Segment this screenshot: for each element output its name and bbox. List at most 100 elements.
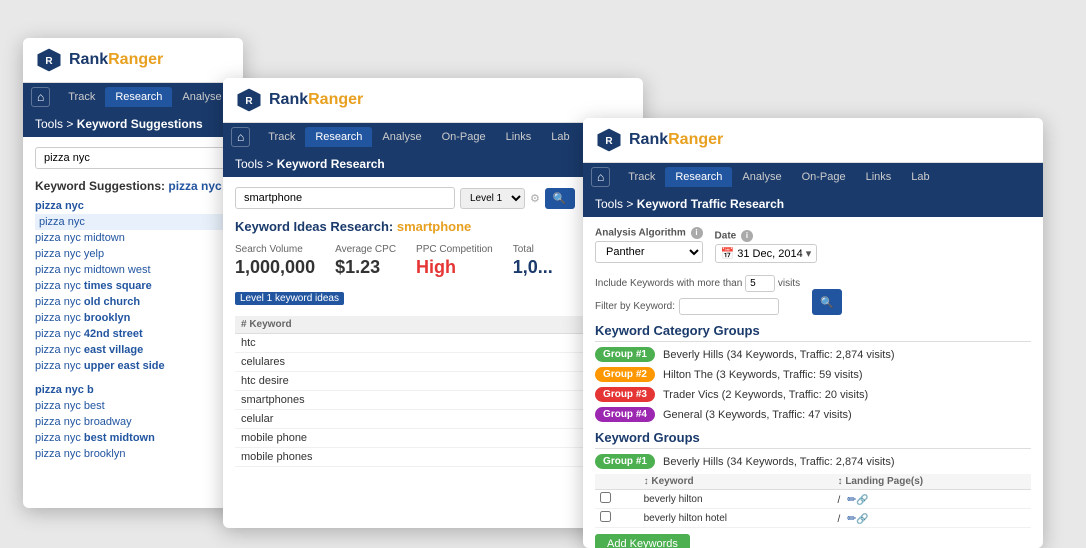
rankranger-logo-icon-win2: R: [235, 86, 263, 114]
date-dropdown-arrow[interactable]: ▾: [806, 247, 812, 260]
page-title-win1: Keyword Suggestions: [77, 117, 203, 131]
nav-tab-research-win3[interactable]: Research: [665, 167, 732, 187]
nav-tab-links-win2[interactable]: Links: [496, 127, 542, 147]
visits-group: Include Keywords with more than visits F…: [595, 275, 800, 315]
link-icon-1[interactable]: 🔗: [856, 495, 868, 506]
cat-groups-title: Keyword Category Groups: [595, 323, 1031, 342]
kw-item-7[interactable]: pizza nyc 42nd street: [35, 326, 231, 342]
kw-group-badge-1[interactable]: Group #1: [595, 454, 655, 469]
date-input[interactable]: 📅 31 Dec, 2014 ▾: [715, 244, 818, 263]
filter-row: Analysis Algorithm i Panther Date i 📅 31…: [595, 227, 1031, 315]
home-icon-win3[interactable]: ⌂: [591, 167, 610, 187]
table-row: mobile phones: [235, 448, 631, 467]
cat-group-badge-4[interactable]: Group #4: [595, 407, 655, 422]
stat-total-label: Total: [513, 244, 553, 255]
logo-ranger-win2: Ranger: [308, 91, 363, 109]
nav-tab-analyse-win3[interactable]: Analyse: [732, 167, 791, 187]
search-input-win1[interactable]: [35, 147, 231, 169]
row-checkbox-2[interactable]: [600, 511, 611, 522]
kw-item-1[interactable]: pizza nyc midtown: [35, 230, 231, 246]
nav-tab-track-win3[interactable]: Track: [618, 167, 665, 187]
kw-item-b1[interactable]: pizza nyc best: [35, 398, 231, 414]
calendar-icon: 📅: [721, 247, 735, 260]
row-checkbox-1[interactable]: [600, 492, 611, 503]
cat-group-badge-3[interactable]: Group #3: [595, 387, 655, 402]
nav-tab-track-win2[interactable]: Track: [258, 127, 305, 147]
nav-tab-lab-win3[interactable]: Lab: [901, 167, 939, 187]
level-badge: Level 1 keyword ideas: [235, 292, 344, 305]
search-input-win2[interactable]: [235, 187, 455, 209]
cat-group-desc-1: Beverly Hills (34 Keywords, Traffic: 2,8…: [663, 349, 894, 361]
nav-tab-track[interactable]: Track: [58, 87, 105, 107]
nav-tab-lab-win2[interactable]: Lab: [541, 127, 579, 147]
kw-item-6[interactable]: pizza nyc brooklyn: [35, 310, 231, 326]
window-keyword-traffic: R RankRanger ⌂ Track Research Analyse On…: [583, 118, 1043, 548]
home-icon-win2[interactable]: ⌂: [231, 127, 250, 147]
stat-cpc-value: $1.23: [335, 257, 396, 278]
level-badge-container: Level 1 keyword ideas: [235, 288, 631, 310]
date-value: 31 Dec, 2014: [737, 248, 802, 260]
kw-item-8[interactable]: pizza nyc east village: [35, 342, 231, 358]
kw-item-4[interactable]: pizza nyc times square: [35, 278, 231, 294]
algo-select[interactable]: Panther: [595, 241, 703, 263]
kw-item-b4[interactable]: pizza nyc brooklyn: [35, 446, 231, 462]
date-info-icon: i: [741, 230, 753, 242]
nav-bar-win3: ⌂ Track Research Analyse On-Page Links L…: [583, 163, 1043, 191]
kw-item-b3[interactable]: pizza nyc best midtown: [35, 430, 231, 446]
nav-tab-analyse-win2[interactable]: Analyse: [372, 127, 431, 147]
cat-group-desc-4: General (3 Keywords, Traffic: 47 visits): [663, 409, 852, 421]
stat-total: Total 1,0...: [513, 244, 553, 278]
kw-item-b2[interactable]: pizza nyc broadway: [35, 414, 231, 430]
nav-tab-onpage-win2[interactable]: On-Page: [432, 127, 496, 147]
kw-item-2[interactable]: pizza nyc yelp: [35, 246, 231, 262]
algo-info-icon: i: [691, 227, 703, 239]
table-row: smartphones: [235, 391, 631, 410]
level-select-win2[interactable]: Level 1: [460, 188, 525, 209]
nav-tab-onpage-win3[interactable]: On-Page: [792, 167, 856, 187]
kw-item-5[interactable]: pizza nyc old church: [35, 294, 231, 310]
logo-rank: Rank: [69, 51, 108, 69]
content-win3: Analysis Algorithm i Panther Date i 📅 31…: [583, 217, 1043, 548]
page-title-win2: Keyword Research: [277, 157, 385, 171]
rankranger-logo-icon-win3: R: [595, 126, 623, 154]
svg-text:R: R: [605, 136, 613, 147]
stat-total-value: 1,0...: [513, 257, 553, 278]
stat-ppc: PPC Competition High: [416, 244, 493, 278]
date-label: Date i: [715, 230, 818, 242]
kw-item-9[interactable]: pizza nyc upper east side: [35, 358, 231, 374]
svg-text:R: R: [45, 56, 53, 67]
search-button-win2[interactable]: 🔍: [545, 188, 575, 209]
kw-item-0[interactable]: pizza nyc: [35, 214, 231, 230]
cat-group-4: Group #4 General (3 Keywords, Traffic: 4…: [595, 407, 1031, 422]
settings-icon-win2[interactable]: ⚙: [530, 192, 540, 205]
kw-suggestions-title: Keyword Suggestions: pizza nyc: [35, 179, 231, 193]
search-button-win3[interactable]: 🔍: [812, 289, 842, 315]
svg-text:R: R: [245, 96, 253, 107]
home-icon[interactable]: ⌂: [31, 87, 50, 107]
kw-ideas-term: smartphone: [397, 219, 471, 234]
stats-row-win2: Search Volume 1,000,000 Average CPC $1.2…: [235, 244, 631, 278]
nav-tab-research[interactable]: Research: [105, 87, 172, 107]
cat-group-desc-2: Hilton The (3 Keywords, Traffic: 59 visi…: [663, 369, 863, 381]
cat-group-3: Group #3 Trader Vics (2 Keywords, Traffi…: [595, 387, 1031, 402]
visits-input[interactable]: [745, 275, 775, 292]
logo-bar-win3: R RankRanger: [583, 118, 1043, 163]
col-keyword: # Keyword: [235, 316, 631, 334]
kw-item-3[interactable]: pizza nyc midtown west: [35, 262, 231, 278]
edit-icon-2[interactable]: ✏: [847, 513, 856, 525]
search-row-win2: Level 1 ⚙ 🔍: [235, 187, 631, 209]
nav-tab-links-win3[interactable]: Links: [856, 167, 902, 187]
stat-search-volume: Search Volume 1,000,000: [235, 244, 315, 278]
kw-group-desc-1: Beverly Hills (34 Keywords, Traffic: 2,8…: [663, 456, 894, 468]
edit-icon-1[interactable]: ✏: [847, 494, 856, 506]
kw-sub-table: ↕ Keyword ↕ Landing Page(s) beverly hilt…: [595, 474, 1031, 528]
content-win1: Keyword Suggestions: pizza nyc pizza nyc…: [23, 137, 243, 472]
link-icon-2[interactable]: 🔗: [856, 514, 868, 525]
filter-group: Filter by Keyword:: [595, 296, 800, 315]
nav-tab-research-win2[interactable]: Research: [305, 127, 372, 147]
cat-group-badge-1[interactable]: Group #1: [595, 347, 655, 362]
cat-group-badge-2[interactable]: Group #2: [595, 367, 655, 382]
breadcrumb-win1: Tools > Keyword Suggestions: [35, 117, 231, 131]
kw-group1-label: pizza nyc: [35, 198, 231, 214]
filter-keyword-input[interactable]: [679, 298, 779, 315]
